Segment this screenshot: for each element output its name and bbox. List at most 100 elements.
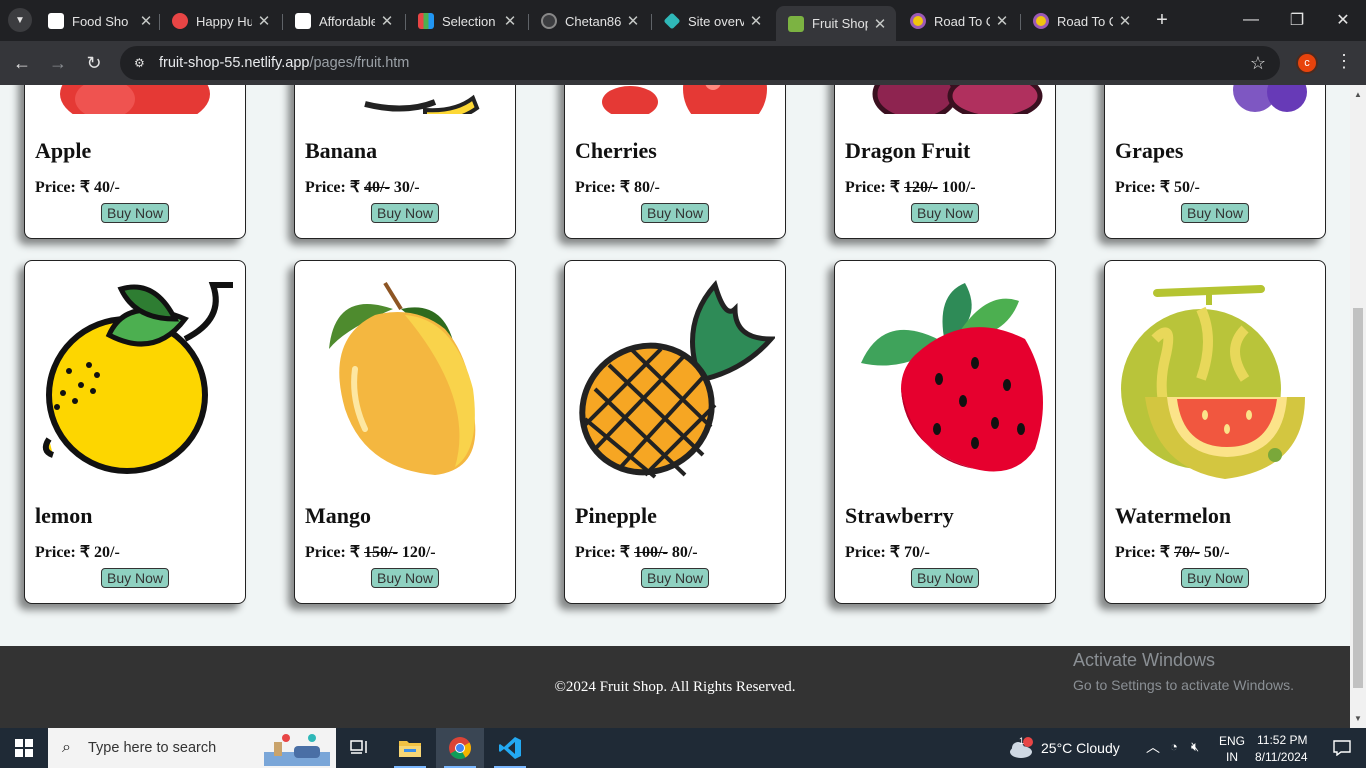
close-window-button[interactable]: ✕ [1320,0,1366,40]
search-highlight-image [264,734,330,766]
product-price: Price: ₹ 70/- [845,544,930,561]
scroll-up-icon[interactable]: ▲ [1353,90,1363,99]
notification-icon [1333,740,1351,756]
chrome-taskbar-button[interactable] [436,728,484,768]
pineapple-image [579,279,775,479]
close-icon[interactable]: ✕ [379,12,395,30]
buy-now-button[interactable]: Buy Now [910,568,980,588]
taskbar-search-box[interactable]: ⌕ Type here to search [48,728,336,768]
vscode-icon [499,737,521,759]
activate-windows-subtitle: Go to Settings to activate Windows. [1073,677,1294,693]
vscode-taskbar-button[interactable] [486,728,534,768]
network-icon[interactable]: ◔ [1170,739,1178,755]
folder-icon [399,741,421,757]
product-card-cherries: Cherries Price: ₹ 80/- Buy Now [564,85,786,239]
product-price: Price: ₹ 80/- [575,179,660,196]
new-tab-button[interactable]: + [1150,8,1174,32]
product-name: Watermelon [1115,503,1232,528]
reload-icon: ↻ [86,52,102,73]
buy-now-button[interactable]: Buy Now [1180,568,1250,588]
grapes-image [1233,85,1307,112]
speaker-muted-icon[interactable]: 🔇︎ [1191,739,1199,755]
restore-icon: ❐ [1289,12,1305,29]
close-icon[interactable]: ✕ [502,12,518,30]
buy-now-button[interactable]: Buy Now [370,568,440,588]
apple-image [60,85,210,114]
dragon-fruit-image [872,85,1043,114]
hexagon-icon [1033,13,1049,29]
tab-strip: ▼ Food Shop ✕ Happy Hub ✕ Affordable ✕ S… [0,0,1366,41]
netlify-icon [663,12,681,30]
scrollbar-thumb[interactable] [1353,308,1363,688]
fruit-icon [788,15,804,32]
buy-now-button[interactable]: Buy Now [910,203,980,223]
close-icon[interactable]: ✕ [1117,12,1133,30]
close-icon[interactable]: ✕ [625,12,641,30]
buy-now-button[interactable]: Buy Now [100,203,170,223]
close-icon: ✕ [1336,12,1350,29]
navigation-bar: ← → ↻ ⚙ fruit-shop-55.netlify.app/pages/… [0,41,1366,85]
task-view-button[interactable] [336,728,384,768]
product-name: Dragon Fruit [845,138,971,163]
address-bar[interactable]: ⚙ fruit-shop-55.netlify.app/pages/fruit.… [120,46,1280,80]
chrome-icon [449,737,471,759]
tab-selection[interactable]: Selection ✕ [406,7,518,35]
tab-affordable[interactable]: Affordable ✕ [283,7,395,35]
product-card-mango: Mango Price: ₹ 150/- 120/- Buy Now [294,260,516,604]
plus-icon: + [1156,8,1168,31]
tab-site-overview[interactable]: Site overv ✕ [652,7,764,35]
product-price: Price: ₹ 120/- 100/- [845,179,976,196]
tab-happy-hub[interactable]: Happy Hub ✕ [160,7,272,35]
restore-button[interactable]: ❐ [1274,0,1320,40]
product-price: Price: ₹ 70/- 50/- [1115,544,1230,561]
scroll-down-icon[interactable]: ▼ [1353,714,1363,723]
product-card-pineapple: Pinepple Price: ₹ 100/- 80/- Buy Now [564,260,786,604]
minimize-icon: — [1243,11,1259,28]
weather-text[interactable]: 25°C Cloudy [1041,740,1120,756]
buy-now-button[interactable]: Buy Now [100,568,170,588]
hexagon-icon [910,13,926,29]
strawberry-image [861,283,1043,472]
minimize-button[interactable]: — [1228,0,1274,40]
lemon-image [42,282,233,474]
close-icon[interactable]: ✕ [256,12,272,30]
start-button[interactable] [0,728,48,768]
url-host: fruit-shop-55.netlify.app [159,55,310,71]
tab-food-shop[interactable]: Food Shop ✕ [36,7,154,35]
chevron-up-icon[interactable]: ︿ [1146,739,1160,755]
product-price: Price: ₹ 40/- [35,179,120,196]
close-icon[interactable]: ✕ [994,12,1010,30]
file-explorer-button[interactable] [386,728,434,768]
product-price: Price: ₹ 100/- 80/- [575,544,698,561]
tab-search-button[interactable]: ▼ [8,8,32,32]
reload-button[interactable]: ↻ [82,51,106,75]
buy-now-button[interactable]: Buy Now [1180,203,1250,223]
profile-avatar[interactable]: c [1296,52,1318,74]
tab-road-to-c-1[interactable]: Road To C ✕ [898,7,1010,35]
buy-now-button[interactable]: Buy Now [640,568,710,588]
product-price: Price: ₹ 20/- [35,544,120,561]
tab-github[interactable]: Chetan86 ✕ [529,7,641,35]
tab-fruit-shop[interactable]: Fruit Shop ✕ [776,6,896,41]
site-settings-icon[interactable]: ⚙ [134,56,154,70]
close-icon[interactable]: ✕ [872,15,888,33]
tab-road-to-c-2[interactable]: Road To C ✕ [1021,7,1133,35]
clock-date[interactable]: 8/11/2024 [1255,749,1308,765]
product-price: Price: ₹ 50/- [1115,179,1200,196]
url-path: /pages/fruit.htm [309,55,410,71]
buy-now-button[interactable]: Buy Now [640,203,710,223]
menu-kebab-icon[interactable]: ⋮ [1335,51,1353,72]
page-content: Apple Price: ₹ 40/- Buy Now Banana Price… [0,85,1350,728]
close-icon[interactable]: ✕ [748,12,764,30]
language-region[interactable]: IN [1226,749,1238,765]
buy-now-button[interactable]: Buy Now [370,203,440,223]
product-card-lemon: lemon Price: ₹ 20/- Buy Now [24,260,246,604]
close-icon[interactable]: ✕ [138,12,154,30]
clock-time[interactable]: 11:52 PM [1257,732,1307,748]
page-scrollbar[interactable]: ▲ ▼ [1350,85,1366,728]
language-code[interactable]: ENG [1219,733,1245,749]
notifications-button[interactable] [1318,728,1366,768]
bookmark-star-icon[interactable]: ☆ [1250,53,1266,74]
back-button[interactable]: ← [10,51,34,75]
forward-button[interactable]: → [46,51,70,75]
